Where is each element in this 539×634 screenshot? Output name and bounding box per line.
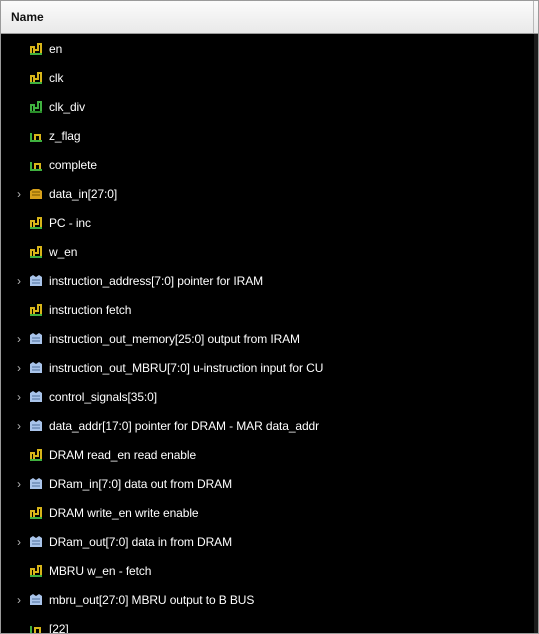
- signal-row[interactable]: MBRU w_en - fetch: [1, 556, 538, 585]
- signal-label: instruction fetch: [49, 302, 132, 317]
- chevron-right-icon[interactable]: ›: [11, 361, 27, 375]
- signal-row[interactable]: › DRam_in[7:0] data out from DRAM: [1, 469, 538, 498]
- signal-row[interactable]: DRAM read_en read enable: [1, 440, 538, 469]
- logic-wire-green-icon: [29, 100, 43, 114]
- logic-wire-partial-icon: [29, 158, 43, 172]
- logic-wire-partial-icon: [29, 622, 43, 633]
- signal-label: control_signals[35:0]: [49, 389, 157, 404]
- signal-label: en: [49, 41, 63, 56]
- bus-blue-icon: [29, 535, 43, 549]
- signal-label: data_in[27:0]: [49, 186, 118, 201]
- signal-row[interactable]: instruction fetch: [1, 295, 538, 324]
- logic-wire-icon: [29, 71, 43, 85]
- signal-label: DRam_out[7:0] data in from DRAM: [49, 534, 232, 549]
- chevron-right-icon[interactable]: ›: [11, 187, 27, 201]
- bus-blue-icon: [29, 419, 43, 433]
- signal-label: DRAM write_en write enable: [49, 505, 199, 520]
- signal-row[interactable]: complete: [1, 150, 538, 179]
- chevron-right-icon[interactable]: ›: [11, 274, 27, 288]
- signal-label: MBRU w_en - fetch: [49, 563, 152, 578]
- logic-wire-icon: [29, 42, 43, 56]
- chevron-right-icon[interactable]: ›: [11, 390, 27, 404]
- signal-row[interactable]: › mbru_out[27:0] MBRU output to B BUS: [1, 585, 538, 614]
- signal-row[interactable]: w_en: [1, 237, 538, 266]
- chevron-right-icon[interactable]: ›: [11, 419, 27, 433]
- bus-blue-icon: [29, 593, 43, 607]
- bus-blue-icon: [29, 390, 43, 404]
- chevron-right-icon[interactable]: ›: [11, 477, 27, 491]
- signal-row[interactable]: › instruction_address[7:0] pointer for IR…: [1, 266, 538, 295]
- signal-label: instruction_out_MBRU[7:0] u-instruction …: [49, 360, 324, 375]
- logic-wire-icon: [29, 216, 43, 230]
- signal-label: PC - inc: [49, 215, 91, 230]
- signal-row[interactable]: › data_in[27:0]: [1, 179, 538, 208]
- name-column-label: Name: [11, 10, 44, 24]
- name-column-header[interactable]: Name: [1, 1, 534, 33]
- signal-label: z_flag: [49, 128, 81, 143]
- signal-row[interactable]: › instruction_out_MBRU[7:0] u-instruction…: [1, 353, 538, 382]
- signal-label: complete: [49, 157, 97, 172]
- logic-wire-icon: [29, 506, 43, 520]
- signal-row[interactable]: [22]: [1, 614, 538, 634]
- vertical-scrollbar[interactable]: [534, 34, 538, 633]
- logic-wire-icon: [29, 564, 43, 578]
- bus-yellow-icon: [29, 187, 43, 201]
- signal-row[interactable]: clk_div: [1, 92, 538, 121]
- signal-row[interactable]: › DRam_out[7:0] data in from DRAM: [1, 527, 538, 556]
- signal-row[interactable]: › control_signals[35:0]: [1, 382, 538, 411]
- signal-row[interactable]: › instruction_out_memory[25:0] output fro…: [1, 324, 538, 353]
- signal-label: [22]: [49, 621, 69, 634]
- waveform-name-panel: Name en clk clk_div z_flag complete › data_in[…: [0, 0, 539, 634]
- bus-blue-icon: [29, 274, 43, 288]
- signal-row[interactable]: z_flag: [1, 121, 538, 150]
- bus-blue-icon: [29, 332, 43, 346]
- signal-row[interactable]: PC - inc: [1, 208, 538, 237]
- chevron-right-icon[interactable]: ›: [11, 593, 27, 607]
- signal-label: data_addr[17:0] pointer for DRAM - MAR d…: [49, 418, 320, 433]
- bus-blue-icon: [29, 361, 43, 375]
- signal-row[interactable]: › data_addr[17:0] pointer for DRAM - MAR …: [1, 411, 538, 440]
- signal-label: clk: [49, 70, 64, 85]
- signal-list: en clk clk_div z_flag complete › data_in[27:0]…: [1, 34, 538, 634]
- logic-wire-partial-icon: [29, 129, 43, 143]
- signal-label: clk_div: [49, 99, 85, 114]
- signal-label: mbru_out[27:0] MBRU output to B BUS: [49, 592, 255, 607]
- signal-label: instruction_address[7:0] pointer for IRA…: [49, 273, 264, 288]
- signal-row[interactable]: DRAM write_en write enable: [1, 498, 538, 527]
- logic-wire-icon: [29, 448, 43, 462]
- logic-wire-icon: [29, 303, 43, 317]
- bus-blue-icon: [29, 477, 43, 491]
- signal-label: DRam_in[7:0] data out from DRAM: [49, 476, 232, 491]
- chevron-right-icon[interactable]: ›: [11, 332, 27, 346]
- logic-wire-icon: [29, 245, 43, 259]
- chevron-right-icon[interactable]: ›: [11, 535, 27, 549]
- signal-row[interactable]: en: [1, 34, 538, 63]
- signal-row[interactable]: clk: [1, 63, 538, 92]
- signal-label: instruction_out_memory[25:0] output from…: [49, 331, 300, 346]
- signal-label: DRAM read_en read enable: [49, 447, 197, 462]
- column-header: Name: [1, 1, 538, 34]
- signal-label: w_en: [49, 244, 78, 259]
